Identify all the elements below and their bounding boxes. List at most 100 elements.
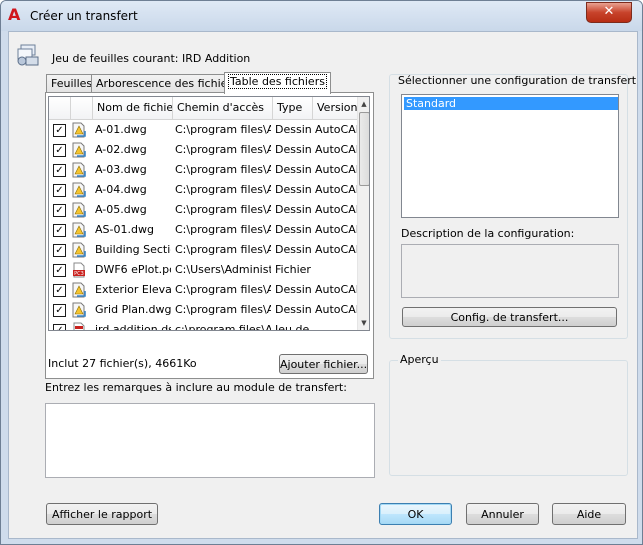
cell-type: Dessin (275, 183, 311, 196)
cell-name: A-02.dwg (95, 143, 147, 156)
cell-path: C:\program files\Aut (175, 183, 271, 196)
table-row[interactable]: ✓ Building Section C:\program files\Aut Des… (49, 240, 359, 260)
notes-textarea[interactable] (45, 403, 375, 478)
cell-version: AutoCAD (315, 243, 357, 256)
row-checkbox[interactable]: ✓ (53, 264, 66, 277)
row-checkbox[interactable]: ✓ (53, 324, 66, 330)
cell-path: c:\program files\Aut (175, 323, 271, 331)
dwg-file-icon (72, 282, 86, 298)
column-header-version[interactable]: Version (313, 97, 359, 119)
cell-type: Dessin (275, 163, 311, 176)
column-header-type[interactable]: Type (273, 97, 313, 119)
cell-name: Exterior Elevatio (95, 283, 171, 296)
cell-type: Dessin (275, 143, 311, 156)
cell-name: AS-01.dwg (95, 223, 154, 236)
table-row[interactable]: ✓ A-01.dwg C:\program files\Aut Dessin AutoC… (49, 120, 359, 140)
tab-sheets-label: Feuilles (51, 77, 93, 90)
row-checkbox[interactable]: ✓ (53, 164, 66, 177)
table-row[interactable]: ✓ PC3 DWF6 ePlot.pc3 C:\Users\Administra Fic… (49, 260, 359, 280)
cell-name: A-05.dwg (95, 203, 147, 216)
tab-files-table[interactable]: Table des fichiers (224, 72, 331, 94)
dwg-file-icon (72, 242, 86, 258)
cell-version: AutoCAD (315, 303, 357, 316)
create-transmittal-dialog: A Créer un transfert ✕ Jeu de feuilles c… (0, 0, 643, 545)
table-row[interactable]: ✓ Exterior Elevatio C:\program files\Aut De… (49, 280, 359, 300)
cell-type: Fichier d (275, 263, 311, 276)
cell-type: Dessin (275, 203, 311, 216)
cell-path: C:\Users\Administra (175, 263, 271, 276)
config-select-label: Sélectionner une configuration de transf… (398, 74, 637, 87)
column-header-path[interactable]: Chemin d'accès (173, 97, 273, 119)
window-title: Créer un transfert (30, 9, 138, 23)
cell-name: ird addition.dst (95, 323, 171, 331)
files-list-view[interactable]: Nom de fichier Chemin d'accès Type Versi… (48, 96, 370, 331)
cell-path: C:\program files\Aut (175, 163, 271, 176)
header-icon-column (71, 97, 93, 119)
config-description-field (401, 244, 619, 298)
files-summary: Inclut 27 fichier(s), 4661Ko (48, 357, 197, 370)
cell-version: AutoCAD (315, 163, 357, 176)
cell-version (315, 320, 357, 330)
config-listbox[interactable]: Standard (401, 94, 619, 218)
table-row[interactable]: ✓ A-04.dwg C:\program files\Aut Dessin AutoC… (49, 180, 359, 200)
dwg-file-icon (72, 182, 86, 198)
pc3-file-icon: PC3 (73, 262, 85, 278)
tab-sheets[interactable]: Feuilles (46, 74, 98, 93)
table-row[interactable]: ✓ AS-01.dwg C:\program files\Aut Dessin Auto… (49, 220, 359, 240)
notes-label: Entrez les remarques à inclure au module… (45, 381, 347, 394)
row-checkbox[interactable]: ✓ (53, 244, 66, 257)
cell-name: Building Section (95, 243, 171, 256)
config-option-standard[interactable]: Standard (404, 97, 618, 110)
ok-button[interactable]: OK (379, 503, 452, 525)
add-file-button[interactable]: Ajouter fichier... (279, 354, 368, 374)
cell-type: Dessin (275, 283, 311, 296)
row-checkbox[interactable]: ✓ (53, 304, 66, 317)
table-row[interactable]: ✓ A-02.dwg C:\program files\Aut Dessin AutoC… (49, 140, 359, 160)
scroll-thumb[interactable] (359, 112, 369, 186)
vertical-scrollbar[interactable]: ▲ ▼ (357, 97, 369, 330)
title-bar[interactable]: A Créer un transfert ✕ (1, 1, 642, 31)
preview-group (389, 360, 628, 476)
scroll-down-arrow-icon[interactable]: ▼ (358, 316, 369, 330)
table-row[interactable]: ✓ ird addition.dst c:\program files\Aut Jeu… (49, 320, 359, 331)
table-row[interactable]: ✓ Grid Plan.dwg C:\program files\Aut Dessin… (49, 300, 359, 320)
cell-name: A-03.dwg (95, 163, 147, 176)
table-row[interactable]: ✓ A-03.dwg C:\program files\Aut Dessin AutoC… (49, 160, 359, 180)
cell-path: C:\program files\Aut (175, 283, 271, 296)
row-checkbox[interactable]: ✓ (53, 184, 66, 197)
transmittal-setups-button[interactable]: Config. de transfert... (402, 307, 617, 327)
row-checkbox[interactable]: ✓ (53, 204, 66, 217)
tab-file-tree[interactable]: Arborescence des fichiers (91, 74, 243, 93)
cell-version: AutoCAD (315, 183, 357, 196)
scroll-up-arrow-icon[interactable]: ▲ (358, 97, 369, 111)
help-button[interactable]: Aide (552, 503, 626, 525)
svg-text:PC3: PC3 (74, 271, 84, 277)
cell-version: AutoCAD (315, 203, 357, 216)
cell-name: Grid Plan.dwg (95, 303, 171, 316)
sheet-set-icon (17, 44, 39, 66)
tab-files-table-label: Table des fichiers (228, 74, 327, 89)
view-report-button[interactable]: Afficher le rapport (46, 503, 158, 525)
cancel-button[interactable]: Annuler (466, 503, 539, 525)
cell-name: A-04.dwg (95, 183, 147, 196)
dwg-file-icon (72, 202, 86, 218)
cell-path: C:\program files\Aut (175, 123, 271, 136)
cell-name: DWF6 ePlot.pc3 (95, 263, 171, 276)
autocad-logo-icon: A (8, 5, 21, 24)
row-checkbox[interactable]: ✓ (53, 284, 66, 297)
cell-path: C:\program files\Aut (175, 203, 271, 216)
cell-version: AutoCAD (315, 223, 357, 236)
cell-name: A-01.dwg (95, 123, 147, 136)
row-checkbox[interactable]: ✓ (53, 124, 66, 137)
dwg-file-icon (72, 142, 86, 158)
dwg-file-icon (72, 162, 86, 178)
cell-version: AutoCAD (315, 123, 357, 136)
table-row[interactable]: ✓ A-05.dwg C:\program files\Aut Dessin AutoC… (49, 200, 359, 220)
row-checkbox[interactable]: ✓ (53, 224, 66, 237)
close-button[interactable]: ✕ (586, 2, 632, 23)
cell-path: C:\program files\Aut (175, 143, 271, 156)
dwg-file-icon (72, 302, 86, 318)
row-checkbox[interactable]: ✓ (53, 144, 66, 157)
dst-file-icon (73, 322, 85, 330)
column-header-name[interactable]: Nom de fichier (93, 97, 173, 119)
